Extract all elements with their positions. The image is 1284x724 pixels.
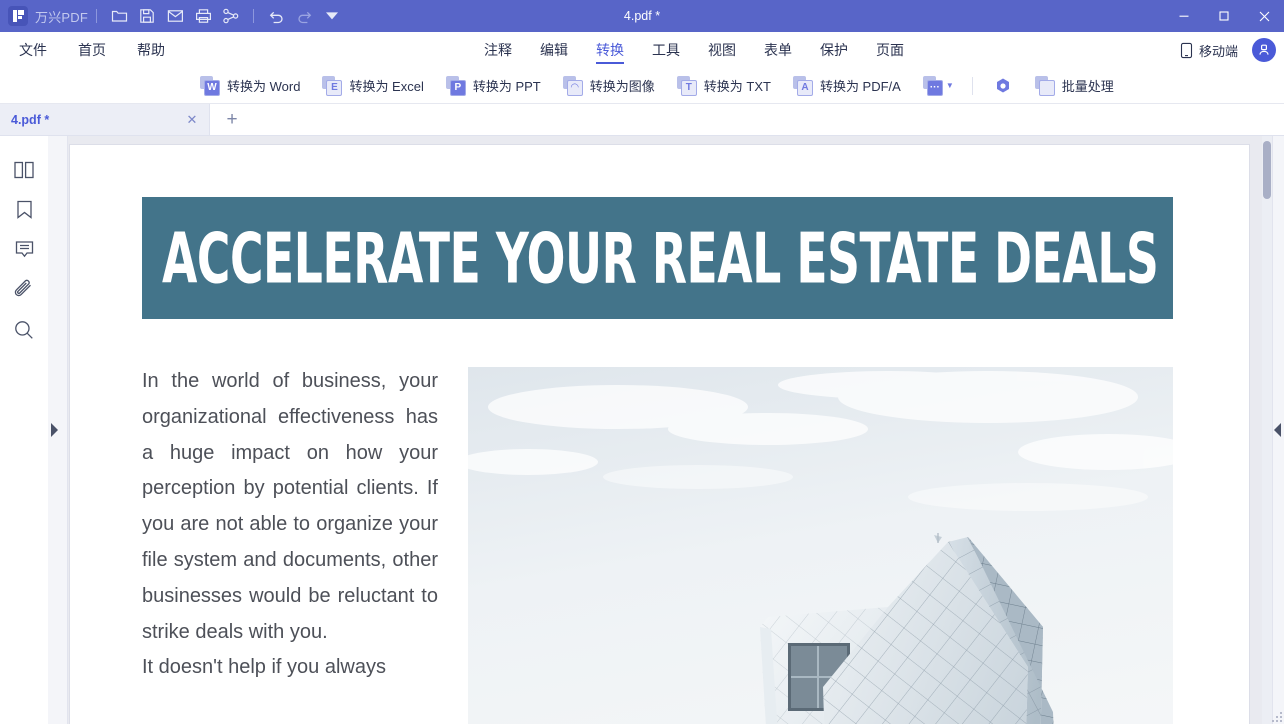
titlebar-divider-1 bbox=[96, 9, 98, 23]
ribbon-tabs: 注释 编辑 转换 工具 视图 表单 保护 页面 bbox=[470, 32, 918, 68]
convert-to-image-button[interactable]: ◠ 转换为图像 bbox=[553, 68, 665, 104]
app-logo-icon bbox=[8, 6, 28, 26]
open-folder-icon[interactable] bbox=[105, 4, 133, 28]
convert-to-pdfa-button[interactable]: A 转换为 PDF/A bbox=[783, 68, 911, 104]
tab-annotate[interactable]: 注释 bbox=[470, 32, 526, 68]
convert-to-ppt-label: 转换为 PPT bbox=[472, 79, 541, 94]
mobile-icon bbox=[1180, 42, 1193, 58]
bookmark-icon bbox=[15, 199, 34, 225]
avatar[interactable] bbox=[1252, 38, 1276, 62]
search-icon bbox=[13, 319, 35, 346]
tab-edit[interactable]: 编辑 bbox=[526, 32, 582, 68]
document-tab[interactable]: 4.pdf * ✕ bbox=[0, 104, 210, 135]
convert-to-word-icon: W bbox=[200, 75, 220, 96]
convert-to-image-icon: ◠ bbox=[562, 75, 583, 96]
left-menu: 文件 首页 帮助 bbox=[0, 32, 177, 68]
document-photo bbox=[468, 367, 1173, 724]
window-controls bbox=[1164, 0, 1284, 32]
pdf-page: ACCELERATE YOUR REAL ESTATE DEALS In the… bbox=[70, 145, 1249, 724]
email-icon[interactable] bbox=[161, 4, 189, 28]
batch-process-icon bbox=[1034, 75, 1055, 96]
user-icon bbox=[1259, 44, 1269, 55]
mobile-app-button[interactable]: 移动端 bbox=[1180, 41, 1238, 60]
document-paragraph-2: It doesn't help if you always bbox=[142, 656, 386, 679]
convert-to-pdfa-label: 转换为 PDF/A bbox=[819, 79, 901, 94]
menu-item-home[interactable]: 首页 bbox=[66, 40, 118, 60]
left-rail bbox=[0, 136, 48, 724]
convert-to-txt-button[interactable]: T 转换为 TXT bbox=[667, 68, 781, 104]
convert-to-excel-label: 转换为 Excel bbox=[349, 79, 424, 94]
document-viewer[interactable]: ACCELERATE YOUR REAL ESTATE DEALS In the… bbox=[68, 136, 1272, 724]
close-icon[interactable]: ✕ bbox=[185, 113, 199, 127]
menu-item-file[interactable]: 文件 bbox=[7, 40, 59, 60]
resize-grip[interactable] bbox=[1272, 712, 1282, 722]
convert-to-txt-label: 转换为 TXT bbox=[703, 79, 771, 94]
sidebar-item-search[interactable] bbox=[0, 312, 48, 352]
tab-convert[interactable]: 转换 bbox=[582, 32, 638, 68]
undo-icon[interactable] bbox=[262, 4, 290, 28]
convert-to-excel-icon: E bbox=[322, 75, 343, 96]
expand-left-panel-button[interactable] bbox=[51, 423, 58, 437]
thumbnails-icon bbox=[13, 160, 35, 185]
customize-dropdown-icon[interactable] bbox=[318, 4, 346, 28]
mobile-app-label: 移动端 bbox=[1198, 43, 1238, 59]
more-conversions-button[interactable]: ··· ▼ bbox=[913, 68, 964, 104]
scrollbar-thumb[interactable] bbox=[1263, 141, 1271, 199]
sidebar-item-comments[interactable] bbox=[0, 232, 48, 272]
close-button[interactable] bbox=[1244, 0, 1284, 32]
save-icon[interactable] bbox=[133, 4, 161, 28]
expand-right-panel-button[interactable] bbox=[1274, 423, 1281, 437]
document-text-column: In the world of business, your organizat… bbox=[142, 364, 438, 686]
comment-icon bbox=[14, 239, 35, 265]
attachment-icon bbox=[13, 279, 35, 306]
chevron-down-icon: ▼ bbox=[945, 81, 954, 90]
document-tab-bar: 4.pdf * ✕ + bbox=[0, 104, 1284, 136]
tab-page[interactable]: 页面 bbox=[862, 32, 918, 68]
document-banner-title: ACCELERATE YOUR REAL ESTATE DEALS bbox=[162, 217, 1159, 299]
convert-toolbar: W 转换为 Word E 转换为 Excel P 转换为 PPT ◠ 转换为图像… bbox=[0, 68, 1284, 104]
batch-process-button[interactable]: 批量处理 bbox=[1025, 68, 1124, 104]
more-conversions-icon: ··· bbox=[922, 75, 943, 96]
sidebar-item-attachments[interactable] bbox=[0, 272, 48, 312]
convert-to-pdfa-icon: A bbox=[792, 75, 813, 96]
menu-item-help[interactable]: 帮助 bbox=[125, 40, 177, 60]
convert-to-word-button[interactable]: W 转换为 Word bbox=[190, 68, 310, 104]
convert-to-txt-icon: T bbox=[676, 75, 697, 96]
new-tab-button[interactable]: + bbox=[210, 104, 254, 135]
app-brand-name: 万兴PDF bbox=[35, 9, 89, 25]
tab-view[interactable]: 视图 bbox=[694, 32, 750, 68]
convert-to-excel-button[interactable]: E 转换为 Excel bbox=[312, 68, 433, 104]
vertical-scrollbar[interactable] bbox=[1262, 136, 1272, 724]
sidebar-item-thumbnails[interactable] bbox=[0, 152, 48, 192]
batch-process-label: 批量处理 bbox=[1061, 79, 1114, 94]
tab-protect[interactable]: 保护 bbox=[806, 32, 862, 68]
tab-tools[interactable]: 工具 bbox=[638, 32, 694, 68]
document-tab-label: 4.pdf * bbox=[11, 112, 50, 127]
document-banner: ACCELERATE YOUR REAL ESTATE DEALS bbox=[142, 197, 1173, 319]
title-bar: 万兴PDF 4.pdf * bbox=[0, 0, 1284, 32]
toolbar-divider bbox=[971, 76, 973, 95]
print-icon[interactable] bbox=[189, 4, 217, 28]
minimize-button[interactable] bbox=[1164, 0, 1204, 32]
share-icon[interactable] bbox=[217, 4, 245, 28]
convert-to-word-label: 转换为 Word bbox=[227, 79, 301, 94]
convert-to-image-label: 转换为图像 bbox=[589, 79, 655, 94]
convert-to-ppt-icon: P bbox=[445, 75, 466, 96]
sidebar-item-bookmark[interactable] bbox=[0, 192, 48, 232]
menu-row: 文件 首页 帮助 注释 编辑 转换 工具 视图 表单 保护 页面 移动端 bbox=[0, 32, 1284, 68]
titlebar-divider-2 bbox=[253, 9, 255, 23]
tab-form[interactable]: 表单 bbox=[750, 32, 806, 68]
right-menu: 移动端 bbox=[1180, 32, 1276, 68]
convert-to-ppt-button[interactable]: P 转换为 PPT bbox=[436, 68, 551, 104]
ocr-icon bbox=[993, 76, 1013, 96]
building-photo-illustration bbox=[468, 367, 1173, 724]
maximize-button[interactable] bbox=[1204, 0, 1244, 32]
ocr-button[interactable] bbox=[983, 68, 1023, 104]
redo-icon[interactable] bbox=[290, 4, 318, 28]
document-paragraph-1: In the world of business, your organizat… bbox=[142, 370, 438, 643]
